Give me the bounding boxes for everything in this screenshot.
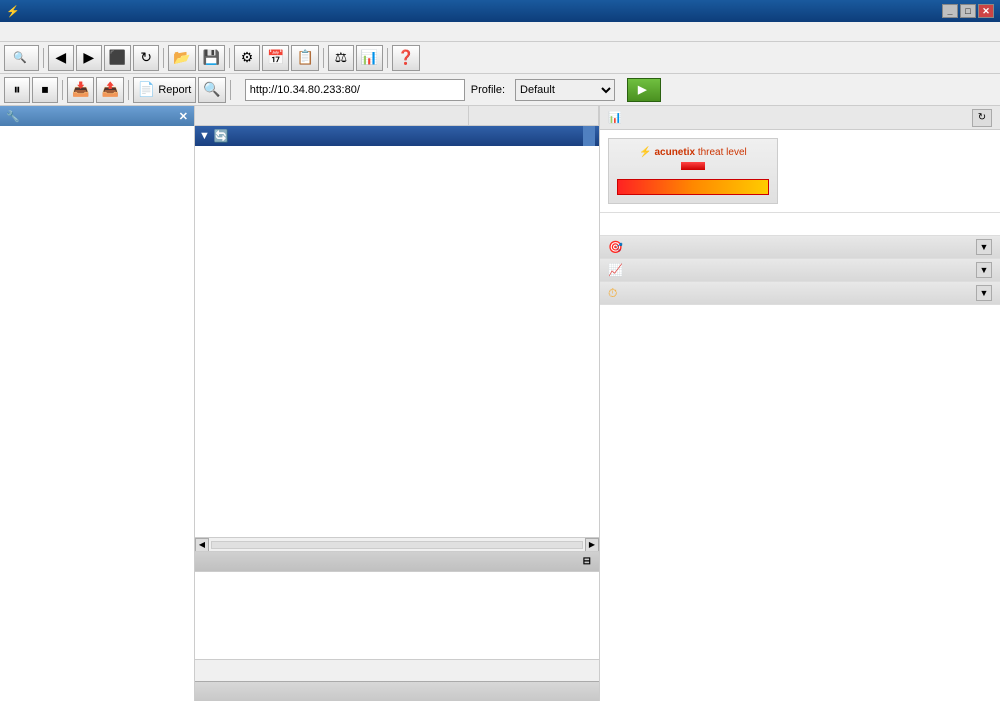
toolbar-sep-2 [163,48,164,68]
toolbar-sep-4 [323,48,324,68]
compare-button[interactable]: ⚖ [328,45,354,71]
report-label: Report [158,84,191,96]
menu-bar [0,22,1000,42]
toolbar2-sep-1 [62,80,63,100]
activity-header: ⊟ [195,552,599,572]
center-panel: ▼ 🔄 ◀ ▶ ⊟ [195,106,600,701]
main-layout: 🔧 ✕ ▼ 🔄 ◀ ▶ [0,106,1000,701]
statistics-expand-button[interactable]: ▼ [976,262,992,278]
url-input[interactable]: Profile: [245,79,465,101]
open-button[interactable]: 📂 [168,45,195,71]
tools-explorer-header: 🔧 ✕ [0,106,194,126]
report-button[interactable]: 📄 Report [133,77,196,103]
thread-scan-icon: 🔄 [214,129,229,143]
statistics-header[interactable]: 📈 ▼ [600,259,1000,281]
right-panel: 📊 ↻ ⚡ acunetix threat level [600,106,1000,701]
target-info-header[interactable]: 🎯 ▼ [600,236,1000,258]
threat-section: ⚡ acunetix threat level [600,130,1000,213]
progress-header[interactable]: ⏱ ▼ [600,282,1000,304]
forward-button[interactable]: ▶ [76,45,102,71]
alerts-refresh-button[interactable]: ↻ [972,109,992,127]
start-scan-button[interactable]: ▶ [627,78,660,102]
reports-button[interactable]: 📊 [356,45,383,71]
toolbar-sep-5 [387,48,388,68]
progress-expand-button[interactable]: ▼ [976,285,992,301]
menu-actions[interactable] [20,30,36,34]
activity-content [195,572,599,659]
tools-explorer-icon: 🔧 [6,110,20,123]
title-bar: ⚡ _ □ ✕ [0,0,1000,22]
menu-file[interactable] [4,30,20,34]
search-icon-btn[interactable]: 🔍 [198,77,225,103]
scan-scrollbar: ◀ ▶ [195,537,599,551]
close-button[interactable]: ✕ [978,4,994,18]
alert-bars [600,213,1000,236]
statistics-icon: 📈 [608,263,623,277]
scroll-left-btn[interactable]: ◀ [195,538,209,552]
scan-stop-button[interactable]: ⏹ [32,77,58,103]
target-info-icon: 🎯 [608,240,623,254]
activity-tabs [195,659,599,681]
toolbar2-sep-3 [230,80,231,100]
alerts-header: 📊 ↻ [600,106,1000,130]
scan-thread-status [583,126,595,146]
export-button[interactable]: 📤 [96,77,123,103]
toolbar-main: 🔍 ◀ ▶ ⬛ ↻ 📂 💾 ⚙ 📅 📋 ⚖ 📊 ❓ [0,42,1000,74]
tree-view [0,126,194,701]
toolbar2-sep-2 [128,80,129,100]
window-controls: _ □ ✕ [942,4,994,18]
toolbar-sep-3 [229,48,230,68]
activity-expand-icon[interactable]: ⊟ [583,556,591,567]
activity-section: ⊟ [195,551,599,681]
threat-bar [617,179,769,195]
threat-level-badge [681,162,705,170]
scan-tree [195,146,599,537]
help-button[interactable]: ❓ [392,45,419,71]
toolbar-secondary: ⏸ ⏹ 📥 📤 📄 Report 🔍 Profile: Profile: Def… [0,74,1000,106]
threat-box: ⚡ acunetix threat level [608,138,778,204]
app-logo: ⚡ [6,5,20,18]
save-button[interactable]: 💾 [198,45,225,71]
scan-thread-row[interactable]: ▼ 🔄 [195,126,599,146]
stop-button[interactable]: ⬛ [104,45,131,71]
profile-label: Default [515,79,615,101]
menu-help[interactable] [68,30,84,34]
status-bar [195,681,599,701]
progress-icon: ⏱ [608,286,617,301]
target-expand-button[interactable]: ▼ [976,239,992,255]
statistics-section: 📈 ▼ [600,259,1000,282]
menu-tools[interactable] [36,30,52,34]
scroll-right-btn[interactable]: ▶ [585,538,599,552]
profile-prefix: Profile: [471,84,505,96]
scan-col-status [469,106,599,125]
tools-explorer-panel: 🔧 ✕ [0,106,195,701]
refresh-button[interactable]: ↻ [133,45,159,71]
scan-settings-button[interactable]: ⚙ [234,45,260,71]
import-button[interactable]: 📥 [67,77,94,103]
menu-configuration[interactable] [52,30,68,34]
scroll-track[interactable] [211,541,583,549]
acunetix-logo: ⚡ acunetix threat level [617,147,769,158]
scan-log-button[interactable]: 📋 [291,45,318,71]
scheduler-button[interactable]: 📅 [262,45,289,71]
scan-results-header [195,106,599,126]
scan-pause-button[interactable]: ⏸ [4,77,30,103]
alerts-icon: 📊 [608,111,622,124]
progress-section: ⏱ ▼ [600,282,1000,305]
maximize-button[interactable]: □ [960,4,976,18]
panel-close-icon[interactable]: ✕ [179,110,188,123]
target-info-section: 🎯 ▼ [600,236,1000,259]
minimize-button[interactable]: _ [942,4,958,18]
threat-description [788,138,992,204]
toolbar-sep-1 [43,48,44,68]
scan-col-results [195,106,469,125]
back-button[interactable]: ◀ [48,45,74,71]
new-scan-button[interactable]: 🔍 [4,45,39,71]
thread-collapse-icon: ▼ [199,130,210,142]
